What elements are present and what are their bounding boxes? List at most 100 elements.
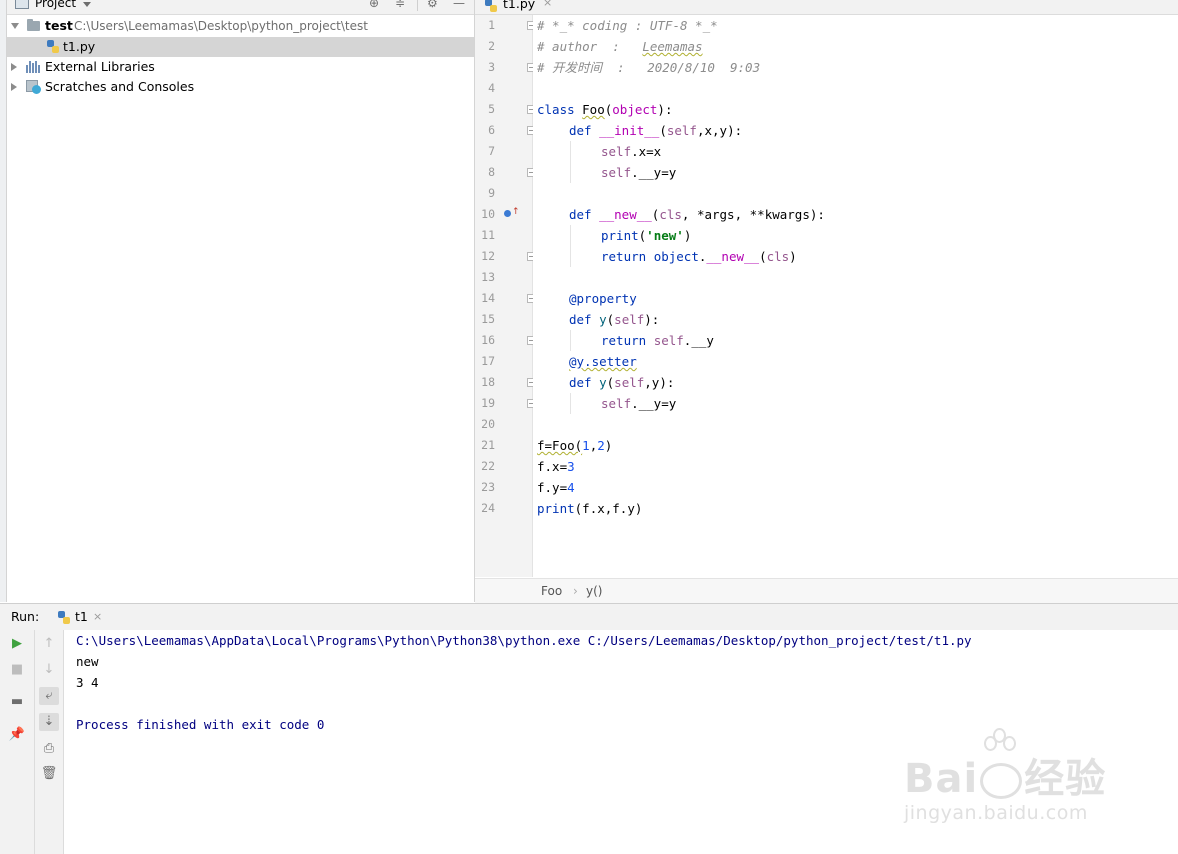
line-number: 21 <box>481 438 495 452</box>
line-number: 12 <box>481 249 495 263</box>
collapse-all-icon[interactable]: ≑ <box>395 0 405 10</box>
chevron-right-icon[interactable] <box>11 83 17 91</box>
gear-icon[interactable]: ⚙ <box>427 0 438 10</box>
code-line-12: return object.__new__(cls) <box>601 249 797 264</box>
line-number: 17 <box>481 354 495 368</box>
code-editor[interactable]: # *_* coding : UTF-8 *_* # author : Leem… <box>533 15 1178 577</box>
run-toolbar-secondary: ↑ ↓ ⤶ ⇣ ⎙ 🗑 <box>35 630 64 854</box>
code-line-15: def y(self): <box>569 312 660 327</box>
code-line-16: return self.__y <box>601 333 714 348</box>
left-tool-strip <box>0 0 7 602</box>
line-number: 14 <box>481 291 495 305</box>
stop-icon[interactable]: ■ <box>7 661 27 679</box>
tree-item-label: test <box>45 18 73 33</box>
project-panel: Project ⊕ ≑ ⚙ — test C:\Users\Leemamas\D… <box>7 0 475 602</box>
folder-icon <box>27 19 40 31</box>
console-line: new <box>76 654 99 669</box>
indent-guide <box>570 225 571 267</box>
code-line-22: f.x=3 <box>537 459 575 474</box>
line-number: 8 <box>488 165 495 179</box>
indent-guide <box>570 141 571 183</box>
breadcrumb-item-y[interactable]: y() <box>586 579 602 603</box>
console-line: C:\Users\Leemamas\AppData\Local\Programs… <box>76 633 972 648</box>
code-line-7: self.x=x <box>601 144 662 159</box>
line-number: 19 <box>481 396 495 410</box>
tree-item-path: C:\Users\Leemamas\Desktop\python_project… <box>74 19 368 33</box>
trash-icon[interactable]: 🗑 <box>39 765 59 783</box>
breadcrumb-item-foo[interactable]: Foo <box>541 579 562 603</box>
run-panel-header: Run: t1 × <box>0 603 1178 631</box>
tree-item-label: External Libraries <box>45 59 155 74</box>
chevron-down-icon[interactable] <box>11 23 19 29</box>
line-number: 2 <box>488 39 495 53</box>
code-line-21: f=Foo(1,2) <box>537 438 613 453</box>
close-icon[interactable]: × <box>543 0 552 9</box>
console-line: 3 4 <box>76 675 99 690</box>
up-arrow-icon[interactable]: ↑ <box>39 635 59 653</box>
python-file-icon <box>485 0 497 12</box>
line-number: 9 <box>488 186 495 200</box>
line-number: 4 <box>488 81 495 95</box>
scratches-icon <box>26 80 41 94</box>
python-run-icon <box>58 611 70 624</box>
code-line-14: @property <box>569 291 637 306</box>
editor-tab-bar: t1.py × <box>475 0 1178 15</box>
code-line-5: class Foo(object): <box>537 102 673 117</box>
breadcrumb: Foo › y() <box>475 578 1178 603</box>
code-line-1: # *_* coding : UTF-8 *_* <box>537 18 718 33</box>
line-number: 18 <box>481 375 495 389</box>
editor-gutter: 1 2 3 4 5 6 7 8 9 10 11 12 13 14 15 16 17 18 19 20 21 22 23 24 … <box>475 15 536 577</box>
close-icon[interactable]: × <box>93 604 102 630</box>
rerun-icon[interactable]: ▶ <box>7 635 27 653</box>
tree-item-t1-py[interactable]: t1.py <box>7 37 474 57</box>
layout-icon[interactable]: ▬ <box>7 693 27 711</box>
run-label: Run: <box>11 609 40 624</box>
print-icon[interactable]: ⎙ <box>39 740 59 758</box>
pin-icon[interactable]: 📌 <box>7 726 27 744</box>
code-line-19: self.__y=y <box>601 396 677 411</box>
code-line-18: def y(self,y): <box>569 375 675 390</box>
line-number: 7 <box>488 144 495 158</box>
header-divider <box>417 0 418 11</box>
line-number: 5 <box>488 102 495 116</box>
line-number: 11 <box>481 228 495 242</box>
code-line-10: def __new__(cls, *args, **kwargs): <box>569 207 825 222</box>
project-panel-title[interactable]: Project <box>35 0 76 10</box>
code-line-3: # 开发时间 : 2020/8/10 9:03 <box>537 60 761 75</box>
indent-guide <box>570 330 571 351</box>
scroll-to-end-icon[interactable]: ⇣ <box>39 713 59 731</box>
minimize-icon[interactable]: — <box>453 0 465 10</box>
locate-icon[interactable]: ⊕ <box>369 0 379 10</box>
code-line-17: @y.setter <box>569 354 637 369</box>
override-marker-icon[interactable] <box>504 210 511 217</box>
line-number: 23 <box>481 480 495 494</box>
down-arrow-icon[interactable]: ↓ <box>39 661 59 679</box>
tree-item-test-folder[interactable]: test C:\Users\Leemamas\Desktop\python_pr… <box>7 16 474 36</box>
console-line: Process finished with exit code 0 <box>76 717 325 732</box>
code-line-2: # author : Leemamas <box>537 39 703 54</box>
code-line-24: print(f.x,f.y) <box>537 501 643 516</box>
line-number: 10 <box>481 207 495 221</box>
tree-item-scratches[interactable]: Scratches and Consoles <box>7 77 474 97</box>
line-number: 24 <box>481 501 495 515</box>
project-icon <box>15 0 29 9</box>
line-number: 6 <box>488 123 495 137</box>
override-arrow-icon: ↑ <box>512 207 520 217</box>
run-toolbar-primary: ▶ ■ ▬ 📌 <box>0 630 35 854</box>
tree-item-external-libraries[interactable]: External Libraries <box>7 57 474 77</box>
baidu-jingyan-watermark-logo: Bai 经验 jingyan.baidu.com <box>898 728 1138 838</box>
tree-item-label: t1.py <box>63 39 96 54</box>
soft-wrap-icon[interactable]: ⤶ <box>39 687 59 705</box>
code-line-23: f.y=4 <box>537 480 575 495</box>
library-icon <box>26 61 40 73</box>
indent-guide <box>570 393 571 414</box>
code-line-6: def __init__(self,x,y): <box>569 123 743 138</box>
run-tab-label[interactable]: t1 <box>75 604 88 630</box>
line-number: 3 <box>488 60 495 74</box>
code-line-11: print('new') <box>601 228 692 243</box>
chevron-right-icon[interactable] <box>11 63 17 71</box>
line-number: 13 <box>481 270 495 284</box>
line-number: 16 <box>481 333 495 347</box>
python-file-icon <box>47 40 59 53</box>
chevron-down-icon[interactable] <box>83 2 91 7</box>
